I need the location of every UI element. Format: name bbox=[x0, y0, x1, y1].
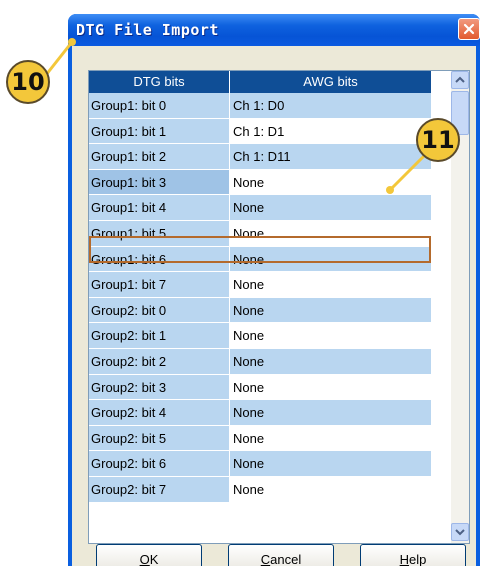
table-row[interactable]: Group1: bit 2 Ch 1: D11 bbox=[89, 144, 431, 170]
awg-bit-cell[interactable]: None bbox=[230, 374, 431, 400]
dialog-body: DTG bits AWG bits Group1: bit 0 Ch 1: D0 G… bbox=[72, 46, 476, 566]
table-row[interactable]: Group2: bit 0 None bbox=[89, 297, 431, 324]
help-button[interactable]: Help bbox=[360, 544, 466, 566]
table-row[interactable]: Group2: bit 6 None bbox=[89, 451, 431, 477]
table-row[interactable]: Group1: bit 1 Ch 1: D1 bbox=[89, 118, 431, 145]
table-row[interactable]: Group1: bit 7 None bbox=[89, 272, 431, 298]
dtg-file-import-dialog: DTG File Import DTG bits AWG bits Group1… bbox=[68, 14, 480, 566]
awg-bit-cell[interactable]: None bbox=[230, 348, 431, 374]
table-row[interactable]: Group1: bit 4 None bbox=[89, 195, 431, 221]
dtg-bit-cell: Group2: bit 0 bbox=[89, 297, 230, 323]
awg-bit-cell[interactable]: Ch 1: D1 bbox=[230, 118, 431, 144]
dtg-bit-cell: Group2: bit 5 bbox=[89, 425, 230, 451]
dtg-bit-cell: Group2: bit 3 bbox=[89, 374, 230, 400]
awg-bit-cell[interactable]: None bbox=[230, 220, 431, 246]
dtg-bit-cell: Group2: bit 6 bbox=[89, 451, 230, 476]
title-bar[interactable]: DTG File Import bbox=[68, 14, 480, 46]
list-rows: Group1: bit 0 Ch 1: D0 Group1: bit 1 Ch 1: … bbox=[89, 93, 431, 503]
dtg-bit-cell: Group1: bit 2 bbox=[89, 144, 230, 169]
dtg-bit-cell: Group1: bit 5 bbox=[89, 220, 230, 246]
dtg-bit-cell: Group2: bit 4 bbox=[89, 400, 230, 425]
close-icon bbox=[463, 23, 475, 35]
awg-bit-cell[interactable]: None bbox=[230, 476, 431, 502]
ok-button[interactable]: OK bbox=[96, 544, 202, 566]
callout-11: 11 bbox=[416, 118, 460, 162]
cancel-button-mnemonic: C bbox=[260, 551, 271, 566]
close-button[interactable] bbox=[458, 18, 480, 40]
dtg-bit-cell: Group2: bit 1 bbox=[89, 323, 230, 348]
table-row[interactable]: Group2: bit 5 None bbox=[89, 425, 431, 452]
dtg-bit-cell: Group1: bit 0 bbox=[89, 93, 230, 118]
cancel-button[interactable]: Cancel bbox=[228, 544, 334, 566]
scroll-down-button[interactable] bbox=[451, 523, 469, 541]
awg-bit-cell[interactable]: Ch 1: D0 bbox=[230, 93, 431, 118]
awg-bit-cell[interactable]: None bbox=[230, 425, 431, 451]
scroll-up-icon bbox=[455, 76, 465, 83]
callout-10: 10 bbox=[6, 60, 50, 104]
ok-button-label: K bbox=[149, 551, 159, 566]
table-row[interactable]: Group2: bit 7 None bbox=[89, 476, 431, 503]
dtg-bit-cell: Group1: bit 7 bbox=[89, 272, 230, 297]
awg-bit-cell[interactable]: None bbox=[230, 195, 431, 220]
awg-bit-cell[interactable]: None bbox=[230, 297, 431, 323]
list-header: DTG bits AWG bits bbox=[89, 71, 431, 93]
table-row[interactable]: Group1: bit 3 None bbox=[89, 169, 431, 196]
awg-bit-cell[interactable]: None bbox=[230, 400, 431, 425]
awg-bit-cell[interactable]: None bbox=[230, 246, 431, 272]
column-header-dtg-bits[interactable]: DTG bits bbox=[89, 71, 230, 93]
table-row[interactable]: Group2: bit 1 None bbox=[89, 323, 431, 349]
table-row[interactable]: Group2: bit 3 None bbox=[89, 374, 431, 401]
table-row[interactable]: Group2: bit 4 None bbox=[89, 400, 431, 426]
awg-bit-cell[interactable]: None bbox=[230, 323, 431, 348]
table-row[interactable]: Group2: bit 2 None bbox=[89, 348, 431, 375]
scroll-down-icon bbox=[455, 529, 465, 536]
table-row[interactable]: Group1: bit 5 None bbox=[89, 220, 431, 247]
dtg-bit-cell: Group1: bit 4 bbox=[89, 195, 230, 220]
help-button-mnemonic: H bbox=[399, 551, 410, 566]
scroll-up-button[interactable] bbox=[451, 71, 469, 89]
dtg-bit-cell: Group1: bit 6 bbox=[89, 246, 230, 272]
dtg-bit-cell: Group1: bit 1 bbox=[89, 118, 230, 144]
table-row[interactable]: Group1: bit 0 Ch 1: D0 bbox=[89, 93, 431, 119]
dtg-bit-cell: Group2: bit 2 bbox=[89, 348, 230, 374]
bit-mapping-list[interactable]: DTG bits AWG bits Group1: bit 0 Ch 1: D0 G… bbox=[88, 70, 470, 544]
window-title: DTG File Import bbox=[76, 21, 219, 39]
ok-button-mnemonic: O bbox=[139, 551, 150, 566]
cancel-button-label: ancel bbox=[270, 551, 302, 566]
awg-bit-cell[interactable]: None bbox=[230, 272, 431, 297]
help-button-label: elp bbox=[409, 551, 427, 566]
dtg-bit-cell: Group1: bit 3 bbox=[89, 169, 230, 195]
awg-bit-cell[interactable]: None bbox=[230, 451, 431, 476]
table-row[interactable]: Group1: bit 6 None bbox=[89, 246, 431, 273]
column-header-awg-bits[interactable]: AWG bits bbox=[230, 71, 431, 93]
dtg-bit-cell: Group2: bit 7 bbox=[89, 476, 230, 502]
